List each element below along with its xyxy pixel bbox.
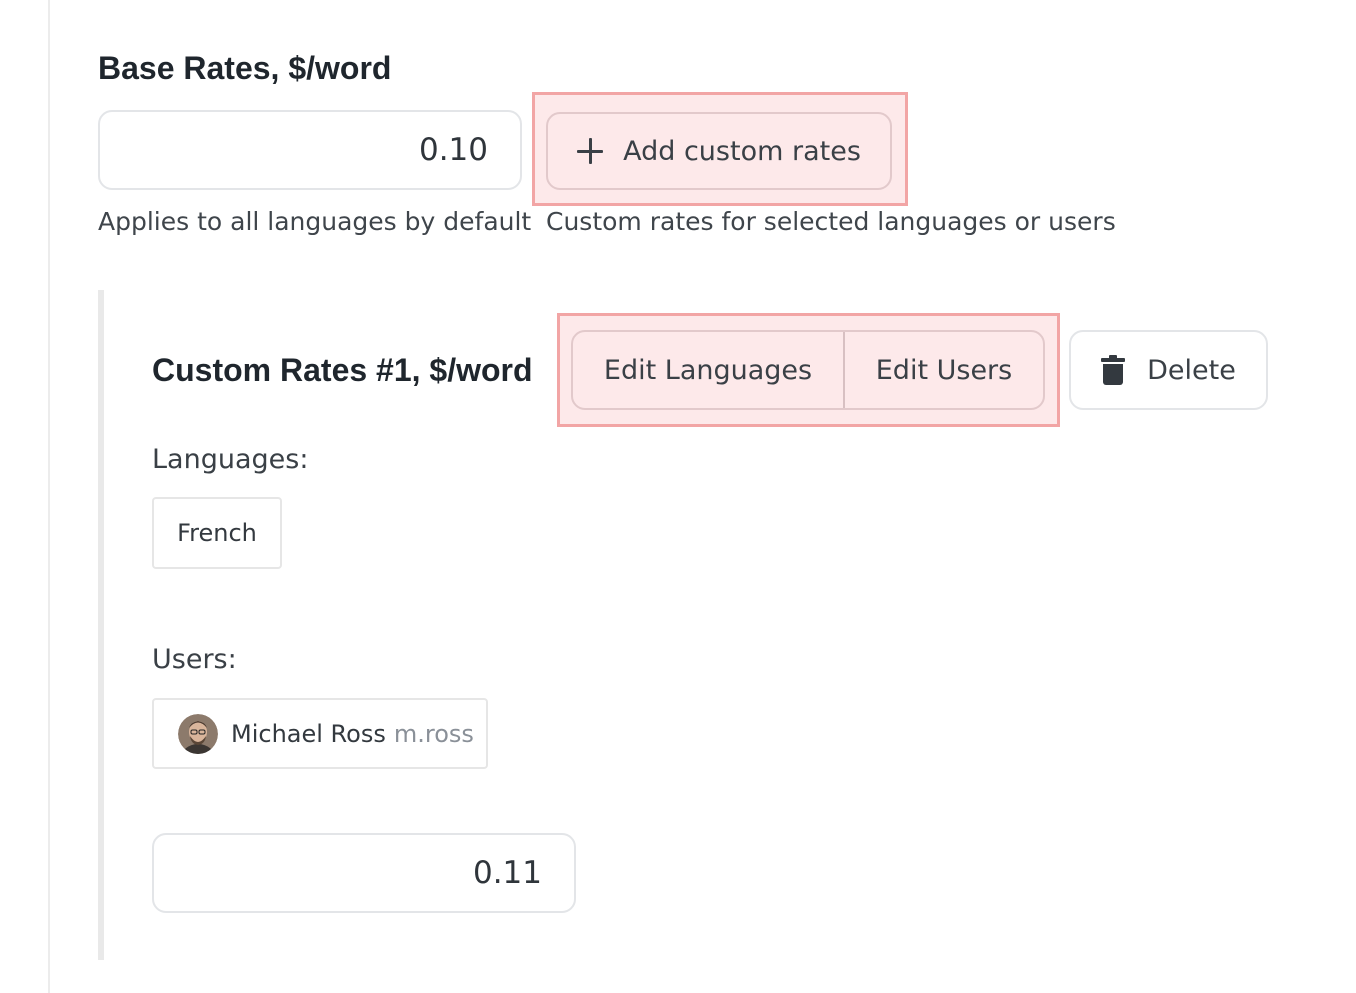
left-divider [48, 0, 50, 993]
user-chip: Michael Ross m.ross [152, 698, 488, 769]
user-name: Michael Ross [231, 719, 386, 748]
base-rates-helper: Applies to all languages by default [98, 207, 532, 236]
edit-languages-button[interactable]: Edit Languages [573, 332, 845, 408]
custom-rates-title: Custom Rates #1, $/word [152, 352, 533, 388]
languages-label: Languages: [152, 444, 309, 475]
avatar [178, 713, 218, 754]
users-label: Users: [152, 644, 237, 675]
delete-button[interactable]: Delete [1069, 330, 1268, 410]
base-rate-input[interactable] [98, 110, 522, 190]
base-rates-title: Base Rates, $/word [98, 50, 392, 86]
language-chip-label: French [177, 519, 257, 547]
add-custom-rates-label: Add custom rates [623, 135, 861, 167]
custom-rates-section-rule [98, 290, 104, 960]
user-handle: m.ross [393, 719, 474, 748]
language-chip: French [152, 497, 282, 569]
custom-rates-helper: Custom rates for selected languages or u… [546, 207, 1116, 236]
edit-button-group: Edit Languages Edit Users [571, 330, 1045, 410]
trash-icon [1101, 355, 1126, 385]
edit-users-button[interactable]: Edit Users [845, 332, 1043, 408]
add-custom-rates-button[interactable]: Add custom rates [546, 112, 892, 190]
custom-rate-input[interactable] [152, 833, 576, 913]
delete-label: Delete [1147, 354, 1236, 386]
plus-icon [577, 138, 604, 164]
rates-settings-page: Base Rates, $/word Add custom rates Appl… [0, 0, 1356, 993]
